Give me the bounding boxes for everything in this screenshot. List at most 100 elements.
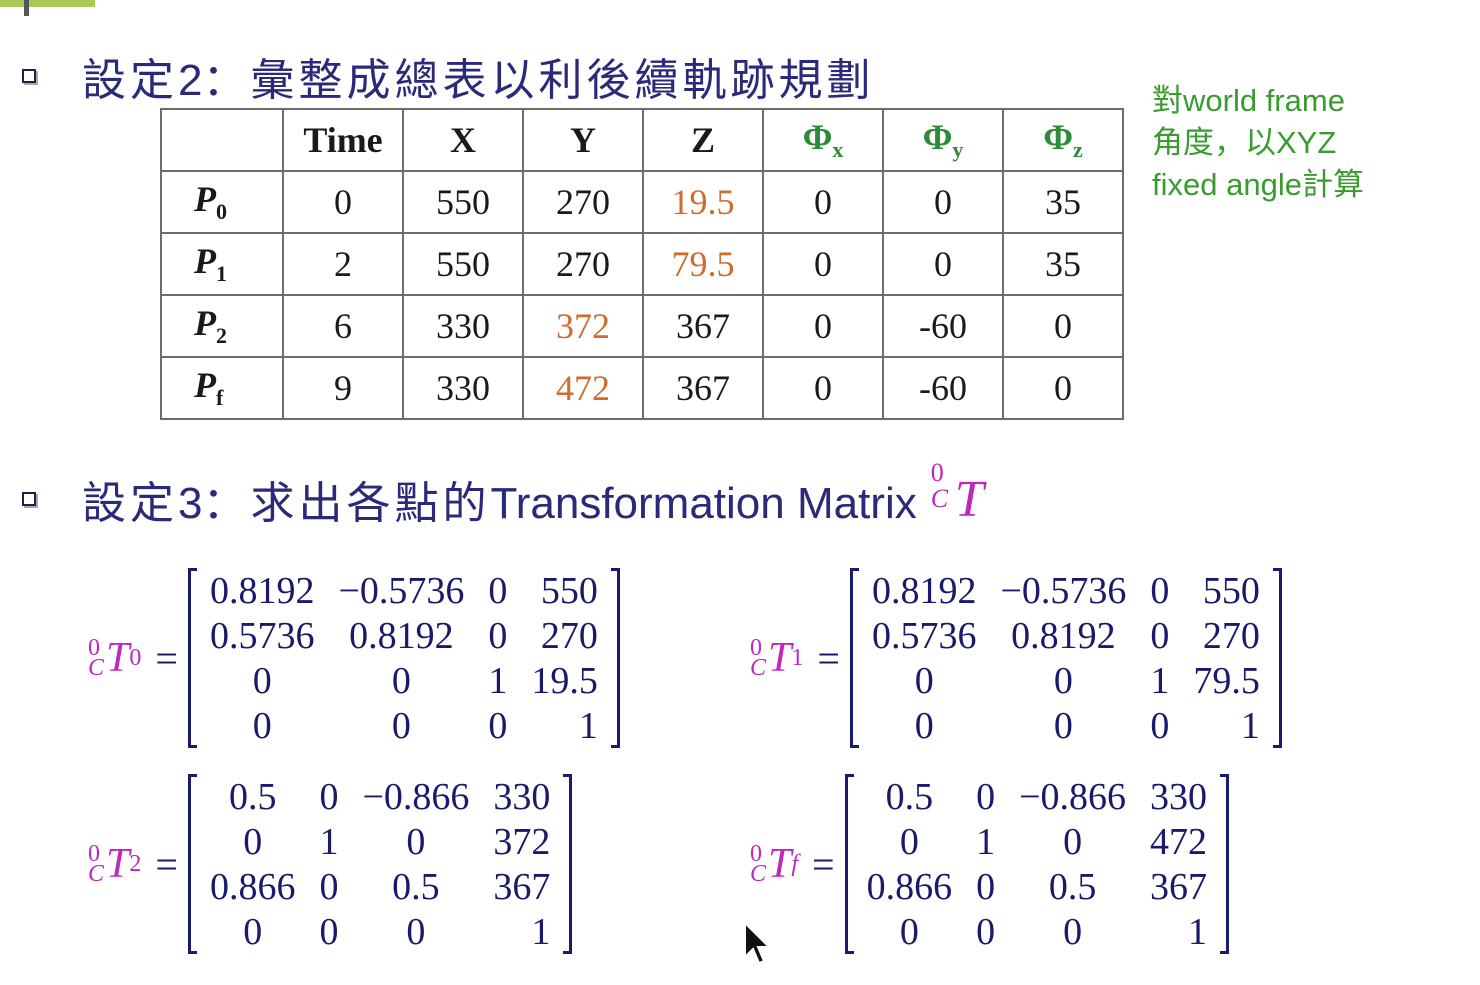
- matrix-cell: 19.5: [531, 659, 598, 702]
- matrix-cell: 0.8192: [871, 569, 977, 612]
- matrix-cell: 0: [488, 704, 508, 747]
- matrix-block-t2: 0CT2 = 0.5 0 −0.866 330 0 1 0 372 0.866 0 0.5 367…: [88, 774, 573, 954]
- matrix-block-t1: 0CT1 = 0.8192 −0.5736 0 550 0.5736 0.8192 0 27…: [750, 568, 1282, 748]
- top-tick-mark: [24, 0, 29, 16]
- matrix-row: 0.5736 0.8192 0 270: [198, 613, 610, 658]
- table-cell: 9: [282, 356, 404, 420]
- row-label: P0: [160, 170, 284, 234]
- table-cell: 270: [522, 170, 644, 234]
- matrix-cell: 0: [488, 614, 508, 657]
- table-cell: 367: [642, 294, 764, 358]
- table-cell-highlight: 372: [522, 294, 644, 358]
- matrix-cell: 1: [531, 910, 551, 953]
- matrix-cell: 0: [1150, 704, 1170, 747]
- matrix-cell: 1: [488, 659, 508, 702]
- matrix: 0.8192 −0.5736 0 550 0.5736 0.8192 0 270 0 0 1 19…: [187, 568, 620, 748]
- matrix-cell: 550: [540, 569, 598, 612]
- matrix-cell: 1: [578, 704, 598, 747]
- header-cell: X: [402, 108, 524, 172]
- symbol-superscript: 0: [930, 457, 944, 487]
- matrix-row: 0.866 0 0.5 367: [855, 864, 1219, 909]
- matrix-cell: 367: [1150, 865, 1208, 908]
- table-cell: 35: [1002, 170, 1124, 234]
- matrix-cell: 472: [1150, 820, 1208, 863]
- table-cell: 35: [1002, 232, 1124, 296]
- matrix-label: 0CT2: [88, 841, 142, 887]
- matrix-cell: 0: [252, 704, 272, 747]
- matrix-cell: 0: [488, 569, 508, 612]
- matrix-cell: 0: [914, 704, 934, 747]
- table-cell: 6: [282, 294, 404, 358]
- square-bullet-icon: [22, 69, 36, 83]
- equals-sign: =: [155, 635, 178, 681]
- mouse-cursor-icon: [744, 921, 772, 965]
- table-cell: 550: [402, 232, 524, 296]
- matrix-cell: 372: [493, 820, 551, 863]
- matrix-row: 0 0 1 79.5: [860, 658, 1272, 703]
- table-header-row: Time X Y Z Φx Φy Φz: [160, 108, 1124, 172]
- matrix-cell: 0: [1053, 659, 1073, 702]
- pose-table: Time X Y Z Φx Φy Φz P0 0 550 270 19.5 0 …: [160, 108, 1124, 420]
- matrix-cell: 367: [493, 865, 551, 908]
- matrix-cell: 0: [243, 910, 263, 953]
- matrix-label: 0CT0: [88, 635, 142, 681]
- matrix-row: 0 0 0 1: [860, 703, 1272, 748]
- matrix-cell: 330: [493, 775, 551, 818]
- matrix-row: 0 1 0 372: [198, 819, 562, 864]
- matrix-cell: 0.866: [866, 865, 953, 908]
- matrix-cell: −0.5736: [1000, 569, 1127, 612]
- table-cell-highlight: 472: [522, 356, 644, 420]
- table-row: P1 2 550 270 79.5 0 0 35: [160, 232, 1124, 296]
- equals-sign: =: [812, 841, 835, 887]
- matrix-cell: 270: [540, 614, 598, 657]
- header-cell: [160, 108, 284, 172]
- matrix: 0.8192 −0.5736 0 550 0.5736 0.8192 0 270 0 0 1 79…: [849, 568, 1282, 748]
- matrix-cell: 330: [1150, 775, 1208, 818]
- heading-2: 設定2：彙整成總表以利後續軌跡規劃: [22, 44, 874, 108]
- matrix-cell: 0: [976, 775, 996, 818]
- matrix-cell: 0.5736: [871, 614, 977, 657]
- header-cell: Y: [522, 108, 644, 172]
- matrix: 0.5 0 −0.866 330 0 1 0 372 0.866 0 0.5 367 0001: [187, 774, 573, 954]
- table-row: Pf 9 330 472 367 0 -60 0: [160, 356, 1124, 420]
- matrix-cell: 0.5: [228, 775, 277, 818]
- table-cell: -60: [882, 356, 1004, 420]
- row-label: P1: [160, 232, 284, 296]
- table-cell: 550: [402, 170, 524, 234]
- row-label: Pf: [160, 356, 284, 420]
- matrix-block-t0: 0CT0 = 0.8192 −0.5736 0 550 0.5736 0.8192 0 27…: [88, 568, 620, 748]
- matrix-cell: 0: [976, 910, 996, 953]
- table-cell: 0: [762, 294, 884, 358]
- angle-note: 對world frame 角度，以XYZ fixed angle計算: [1152, 80, 1412, 206]
- matrix-row: 0.5736 0.8192 0 270: [860, 613, 1272, 658]
- matrix-cell: 0: [406, 820, 426, 863]
- matrix: 0.5 0 −0.866 330 0 1 0 472 0.866 0 0.5 367 0001: [844, 774, 1230, 954]
- header-cell-phi-z: Φz: [1002, 108, 1124, 172]
- matrix-cell: 0: [914, 659, 934, 702]
- table-cell: 330: [402, 356, 524, 420]
- table-cell: 367: [642, 356, 764, 420]
- table-cell: 0: [762, 232, 884, 296]
- table-row: P2 6 330 372 367 0 -60 0: [160, 294, 1124, 358]
- note-line-3: fixed angle計算: [1152, 167, 1364, 202]
- equals-sign: =: [817, 635, 840, 681]
- top-accent-bar: [0, 0, 95, 7]
- matrix-cell: 0: [406, 910, 426, 953]
- table-row: P0 0 550 270 19.5 0 0 35: [160, 170, 1124, 234]
- table-cell: 0: [762, 170, 884, 234]
- table-cell: 0: [1002, 294, 1124, 358]
- heading-2-text: 設定2：彙整成總表以利後續軌跡規劃: [82, 55, 875, 106]
- matrix-cell: 1: [1188, 910, 1208, 953]
- table-cell: 0: [882, 170, 1004, 234]
- heading-3: 設定3：求出各點的Transformation Matrix 0C T: [22, 459, 984, 531]
- matrix-cell: 0.8192: [209, 569, 315, 612]
- matrix-cell: 0.8192: [1011, 614, 1116, 657]
- matrix-cell: 79.5: [1193, 659, 1260, 702]
- header-cell: Time: [282, 108, 404, 172]
- table-cell: 330: [402, 294, 524, 358]
- matrix-cell: 0.5: [885, 775, 934, 818]
- matrix-cell: 270: [1202, 614, 1260, 657]
- matrix-row: 0 0 0 1: [198, 703, 610, 748]
- matrix-cell: 1: [1240, 704, 1260, 747]
- matrix-cell: 0: [319, 775, 339, 818]
